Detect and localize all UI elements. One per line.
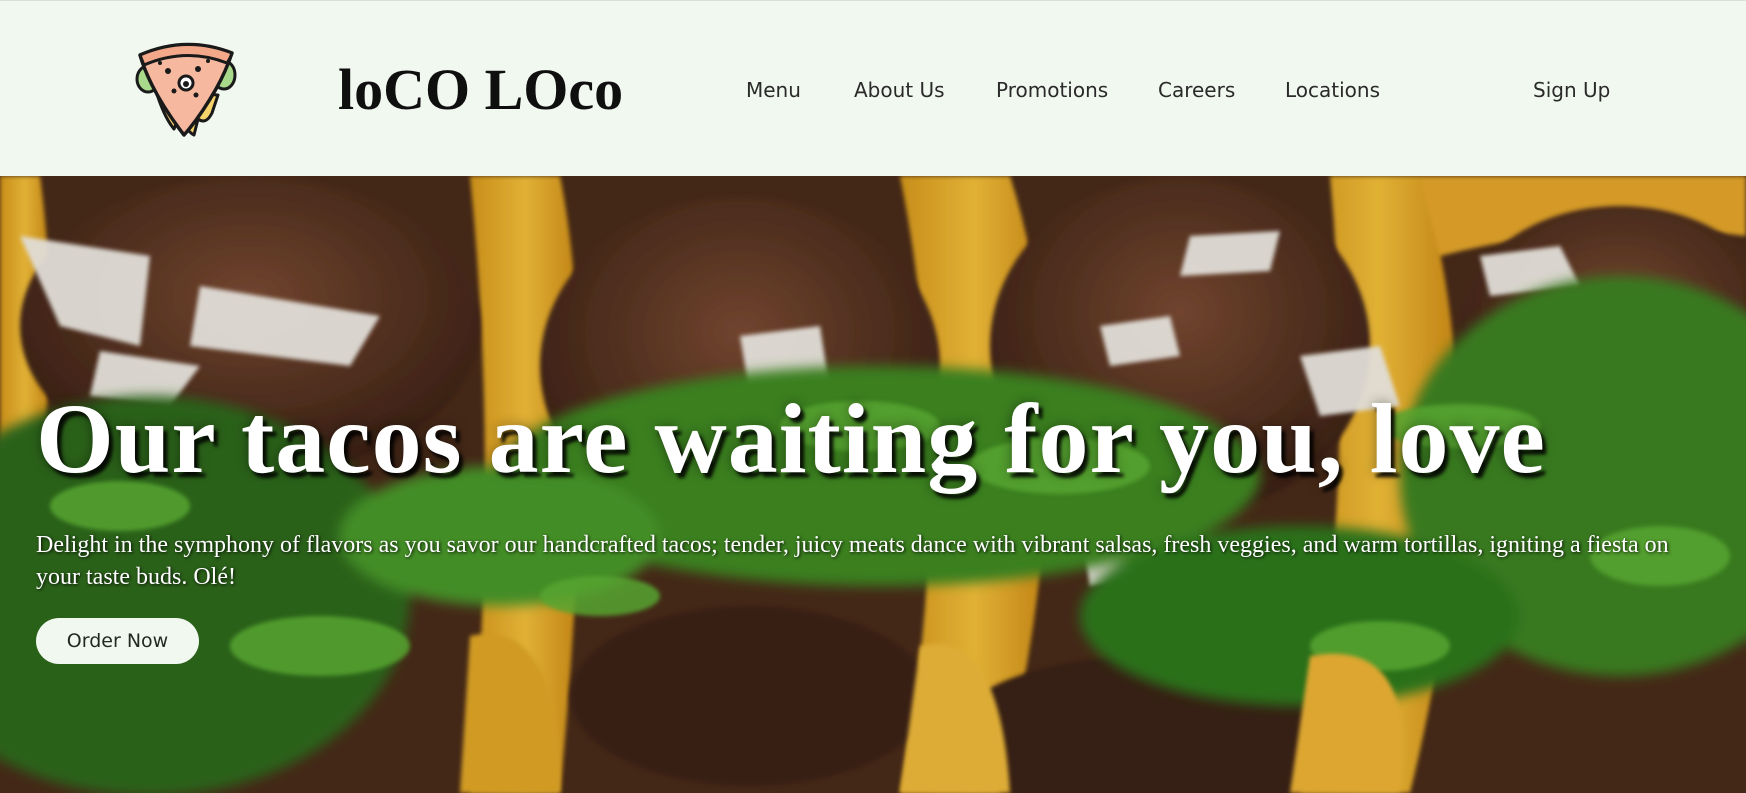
hero-title: Our tacos are waiting for you, love [36, 383, 1546, 494]
nav-link-about-us[interactable]: About Us [854, 77, 945, 103]
brand-name[interactable]: loCO LOco [338, 55, 623, 125]
hero-description: Delight in the symphony of flavors as yo… [36, 532, 1669, 590]
taco-slice-mascot-icon[interactable] [134, 39, 238, 139]
nav-link-locations[interactable]: Locations [1285, 77, 1380, 103]
nav-link-promotions[interactable]: Promotions [996, 77, 1108, 103]
sign-up-link[interactable]: Sign Up [1533, 77, 1610, 103]
nav-link-menu[interactable]: Menu [746, 77, 801, 103]
order-now-button[interactable]: Order Now [36, 618, 199, 664]
site-header: loCO LOco Menu About Us Promotions Caree… [0, 0, 1746, 176]
hero-section: Our tacos are waiting for you, love Deli… [0, 176, 1746, 793]
nav-link-careers[interactable]: Careers [1158, 77, 1235, 103]
